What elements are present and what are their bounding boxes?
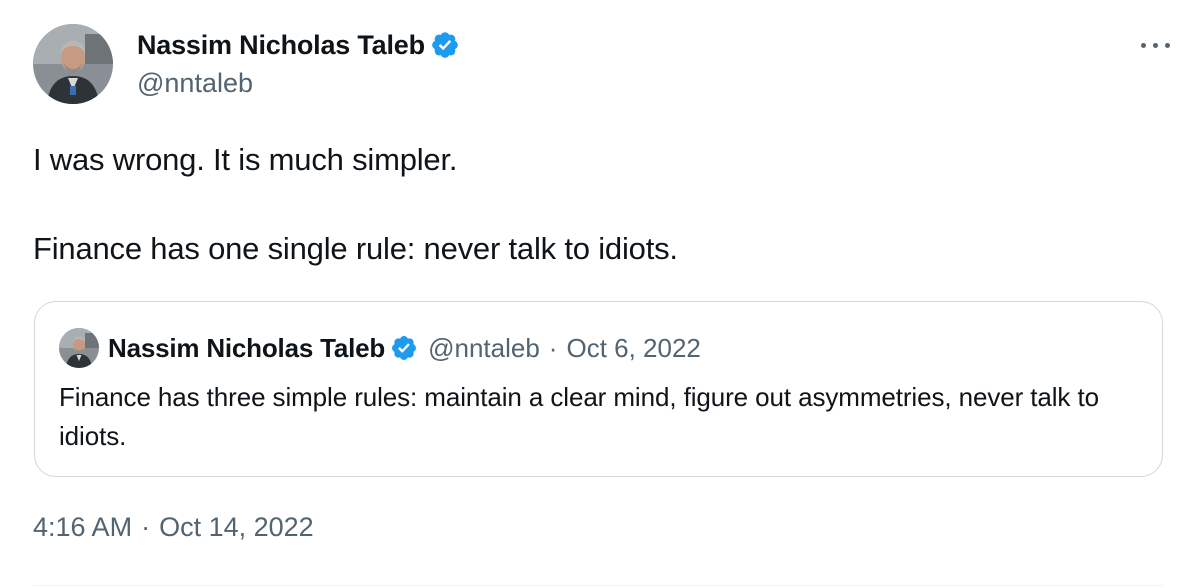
- tweet-paragraph: Finance has one single rule: never talk …: [33, 231, 678, 266]
- avatar-photo: [33, 24, 113, 104]
- quoted-tweet-text: Finance has three simple rules: maintain…: [59, 382, 1099, 451]
- tweet-card: Nassim Nicholas Taleb @nntaleb I was wro…: [0, 0, 1200, 588]
- more-dot: [1165, 42, 1170, 48]
- quoted-author-handle: @nntaleb: [428, 332, 540, 363]
- quoted-tweet-date: Oct 6, 2022: [566, 332, 701, 363]
- quoted-author-display-name: Nassim Nicholas Taleb: [108, 332, 386, 363]
- tweet-date: Oct 14, 2022: [159, 512, 314, 542]
- tweet-time: 4:16 AM: [33, 512, 133, 542]
- divider: [33, 585, 1163, 586]
- more-dot: [1141, 42, 1146, 48]
- quoted-tweet[interactable]: Nassim Nicholas Taleb @nntaleb · Oct 6, 20…: [34, 301, 1163, 477]
- quoted-author-avatar: [59, 328, 99, 368]
- tweet-timestamp[interactable]: 4:16 AM · Oct 14, 2022: [33, 512, 314, 543]
- timestamp-separator: ·: [141, 512, 151, 542]
- tweet-paragraph: I was wrong. It is much simpler.: [33, 142, 458, 177]
- tweet-text: I was wrong. It is much simpler. Finance…: [33, 138, 1163, 271]
- more-options-icon[interactable]: [1141, 30, 1170, 60]
- author-name-row: Nassim Nicholas Taleb: [137, 26, 460, 64]
- quoted-tweet-meta: @nntaleb · Oct 6, 2022: [428, 333, 701, 364]
- avatar-photo: [59, 328, 99, 368]
- more-dot: [1153, 42, 1158, 48]
- author-block: Nassim Nicholas Taleb @nntaleb: [137, 26, 460, 99]
- verified-badge-icon[interactable]: [430, 30, 460, 60]
- author-avatar[interactable]: [33, 24, 113, 104]
- quoted-tweet-header: Nassim Nicholas Taleb @nntaleb · Oct 6, 20…: [59, 328, 701, 368]
- verified-badge-icon: [390, 334, 418, 362]
- author-handle[interactable]: @nntaleb: [137, 68, 460, 99]
- meta-separator: ·: [548, 332, 558, 363]
- author-display-name[interactable]: Nassim Nicholas Taleb: [137, 30, 425, 61]
